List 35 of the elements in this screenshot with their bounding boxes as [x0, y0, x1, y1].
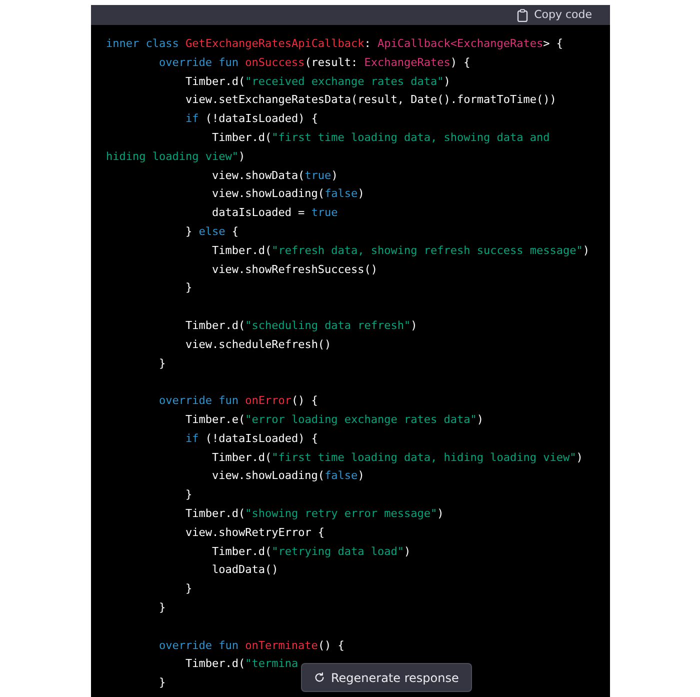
code-line: view.showLoading(false) [210, 186, 364, 202]
code-line: if (!dataIsLoaded) { [184, 430, 318, 447]
code-line: override fun onError() { [158, 393, 318, 410]
code-line: } [158, 600, 166, 616]
code-line: view.showRetryError { [184, 524, 325, 541]
code-line: } [158, 675, 166, 692]
code-line: view.showData(true) [210, 168, 338, 184]
code-line: Timber.d("first time loading data, hiding loading view") [210, 450, 583, 466]
code-line: view.showLoading(false) [210, 468, 364, 484]
code-line: view.showRefreshSuccess() [210, 262, 378, 278]
code-line: Timber.d("scheduling data refresh") [184, 318, 418, 334]
code-line: } [184, 581, 192, 598]
copy-code-button[interactable]: Copy code [511, 5, 598, 25]
code-line: view.setExchangeRatesData(result, Date().formatToTime()) [184, 92, 556, 108]
code-line: loadData() [210, 562, 278, 578]
regenerate-response-button[interactable]: Regenerate response [301, 663, 472, 692]
code-line: } else { [184, 224, 238, 240]
code-line: dataIsLoaded = true [210, 205, 338, 222]
code-line: } [158, 356, 166, 372]
clipboard-icon [517, 8, 528, 22]
code-line: Timber.d("retrying data load") [210, 544, 411, 560]
code-line: Timber.e("error loading exchange rates data") [184, 412, 484, 428]
code-line: view.scheduleRefresh() [184, 336, 332, 353]
code-line: Timber.d("termina [184, 656, 298, 672]
code-line: Timber.d("showing retry error message") [184, 506, 444, 522]
code-line: override fun onSuccess(result: ExchangeRates) { [158, 54, 470, 71]
code-line: override fun onTerminate() { [158, 638, 344, 654]
code-line: if (!dataIsLoaded) { [184, 111, 318, 128]
code-line: } [184, 280, 192, 296]
code-line: Timber.d("refresh data, showing refresh success message") [210, 242, 590, 259]
code-line: } [184, 487, 192, 504]
code-line: Timber.d("received exchange rates data") [184, 74, 450, 90]
code-line: Timber.d("first time loading data, showing data and hiding loading view") [105, 130, 551, 165]
code-line: inner class GetExchangeRatesApiCallback: ApiCallback<ExchangeRates> { [105, 36, 563, 52]
refresh-icon [314, 672, 325, 683]
